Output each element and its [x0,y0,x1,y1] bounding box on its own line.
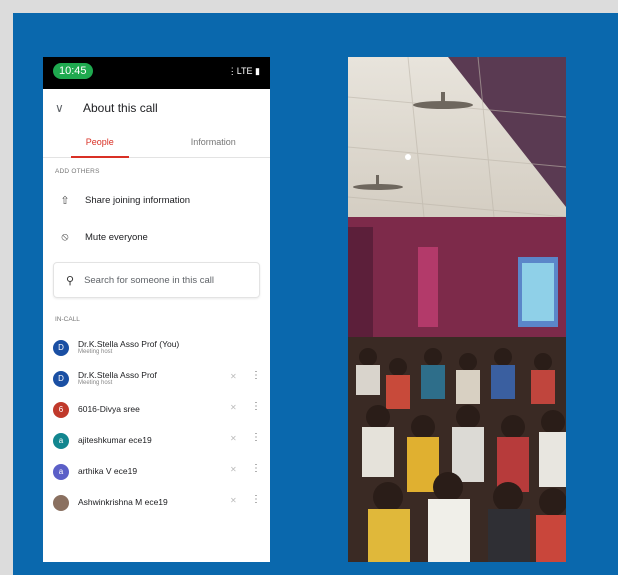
mic-off-icon[interactable]: ✕ [230,465,237,474]
mic-off-icon[interactable]: ✕ [230,403,237,412]
more-options-icon[interactable]: ⋮ [251,463,261,474]
avatar: 6 [53,401,69,418]
hall-illustration [348,57,566,562]
participant-name: ajiteshkumar ece19 [78,434,152,445]
mic-off-icon: ⦸ [61,231,69,243]
tab-information[interactable]: Information [157,127,271,157]
mute-everyone-button[interactable]: ⦸ Mute everyone [43,219,270,256]
meet-screenshot: 10:45 ⋮LTE ▮ ∨ About this call People In… [43,57,270,562]
status-time: 10:45 [53,63,93,79]
participant-row[interactable]: D Dr.K.Stella Asso Prof Meeting host ✕ ⋮ [43,363,270,394]
avatar: D [53,339,69,356]
avatar: a [53,463,69,480]
participant-name: Ashwinkrishna M ece19 [78,496,168,507]
action-label: Share joining information [85,195,191,206]
in-call-heading: IN-CALL [55,316,80,323]
add-others-heading: ADD OTHERS [55,168,100,175]
avatar-photo [53,494,69,511]
participant-name: arthika V ece19 [78,465,138,476]
chevron-down-icon[interactable]: ∨ [55,101,73,115]
participant-search-input[interactable]: ⚲ Search for someone in this call [53,262,260,298]
participant-name: Dr.K.Stella Asso Prof (You) [78,338,180,349]
mic-off-icon[interactable]: ✕ [230,434,237,443]
page-title: About this call [83,101,158,115]
share-joining-info-button[interactable]: ⇧ Share joining information [43,182,270,219]
search-placeholder: Search for someone in this call [84,274,214,286]
action-label: Mute everyone [85,232,148,243]
participant-row[interactable]: a arthika V ece19 ✕ ⋮ [43,456,270,487]
about-call-header: ∨ About this call [43,89,270,127]
more-options-icon[interactable]: ⋮ [251,432,261,443]
more-options-icon[interactable]: ⋮ [251,494,261,505]
tab-people[interactable]: People [43,127,157,158]
tab-bar: People Information [43,127,270,158]
avatar: D [53,370,69,387]
participant-row[interactable]: D Dr.K.Stella Asso Prof (You) Meeting ho… [43,332,270,363]
avatar: a [53,432,69,449]
participant-row[interactable]: a ajiteshkumar ece19 ✕ ⋮ [43,425,270,456]
status-bar: 10:45 ⋮LTE ▮ [43,57,270,89]
seminar-hall-photo [348,57,566,562]
mic-off-icon[interactable]: ✕ [230,372,237,381]
more-options-icon[interactable]: ⋮ [251,401,261,412]
participant-row[interactable]: 6 6016-Divya sree ✕ ⋮ [43,394,270,425]
participant-row[interactable]: Ashwinkrishna M ece19 ✕ ⋮ [43,487,270,518]
more-options-icon[interactable]: ⋮ [251,370,261,381]
participant-role: Meeting host [78,348,113,355]
share-icon: ⇧ [60,195,70,207]
participant-name: 6016-Divya sree [78,403,140,414]
participant-role: Meeting host [78,379,113,386]
signal-battery-icon: ⋮LTE ▮ [227,66,260,76]
mic-off-icon[interactable]: ✕ [230,496,237,505]
participant-name: Dr.K.Stella Asso Prof [78,369,157,380]
search-icon: ⚲ [66,274,75,287]
